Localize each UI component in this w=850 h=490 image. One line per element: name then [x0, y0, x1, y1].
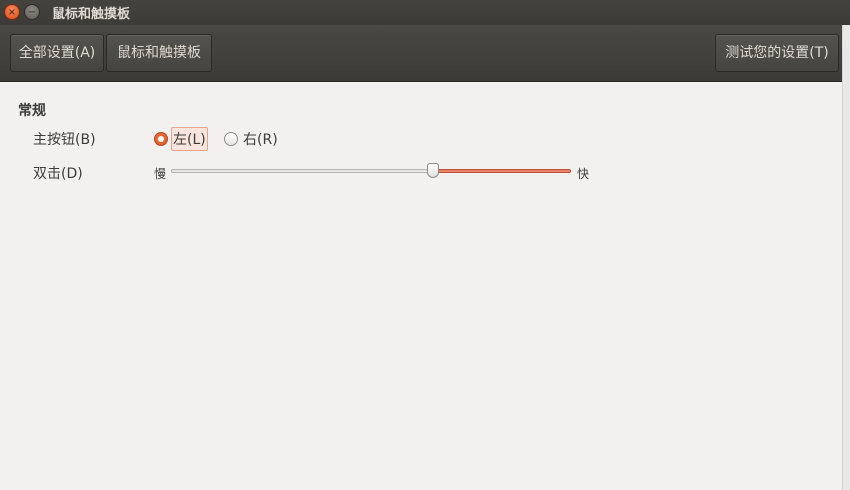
section-title-general: 常规: [18, 103, 46, 119]
close-icon: ×: [7, 7, 17, 18]
slider-fill: [433, 169, 571, 173]
radio-checked-icon[interactable]: [154, 132, 168, 146]
radio-left-label[interactable]: 左(L): [171, 127, 208, 151]
radio-unchecked-icon[interactable]: [224, 132, 238, 146]
title-bar[interactable]: × − 鼠标和触摸板: [0, 0, 850, 25]
radio-left[interactable]: 左(L): [154, 127, 208, 151]
minimize-button[interactable]: −: [24, 4, 40, 20]
all-settings-button[interactable]: 全部设置(A): [10, 34, 104, 72]
close-button[interactable]: ×: [4, 4, 20, 20]
radio-right-label[interactable]: 右(R): [243, 129, 278, 149]
primary-button-label: 主按钮(B): [33, 132, 96, 148]
double-click-slider[interactable]: [171, 163, 571, 180]
mouse-touchpad-window: × − 鼠标和触摸板 全部设置(A) 鼠标和触摸板 测试您的设置(T) 常规 主…: [0, 0, 850, 490]
background-window-edge: [842, 25, 850, 490]
slider-handle[interactable]: [427, 163, 439, 178]
slider-min-label: 慢: [154, 167, 167, 181]
minimize-icon: −: [27, 7, 37, 18]
window-title: 鼠标和触摸板: [52, 7, 131, 22]
radio-right[interactable]: 右(R): [224, 128, 278, 150]
breadcrumb-current-button[interactable]: 鼠标和触摸板: [106, 34, 212, 72]
test-settings-button[interactable]: 测试您的设置(T): [715, 34, 839, 72]
double-click-label: 双击(D): [33, 166, 83, 182]
slider-max-label: 快: [577, 167, 590, 181]
toolbar: 全部设置(A) 鼠标和触摸板 测试您的设置(T): [0, 25, 850, 82]
